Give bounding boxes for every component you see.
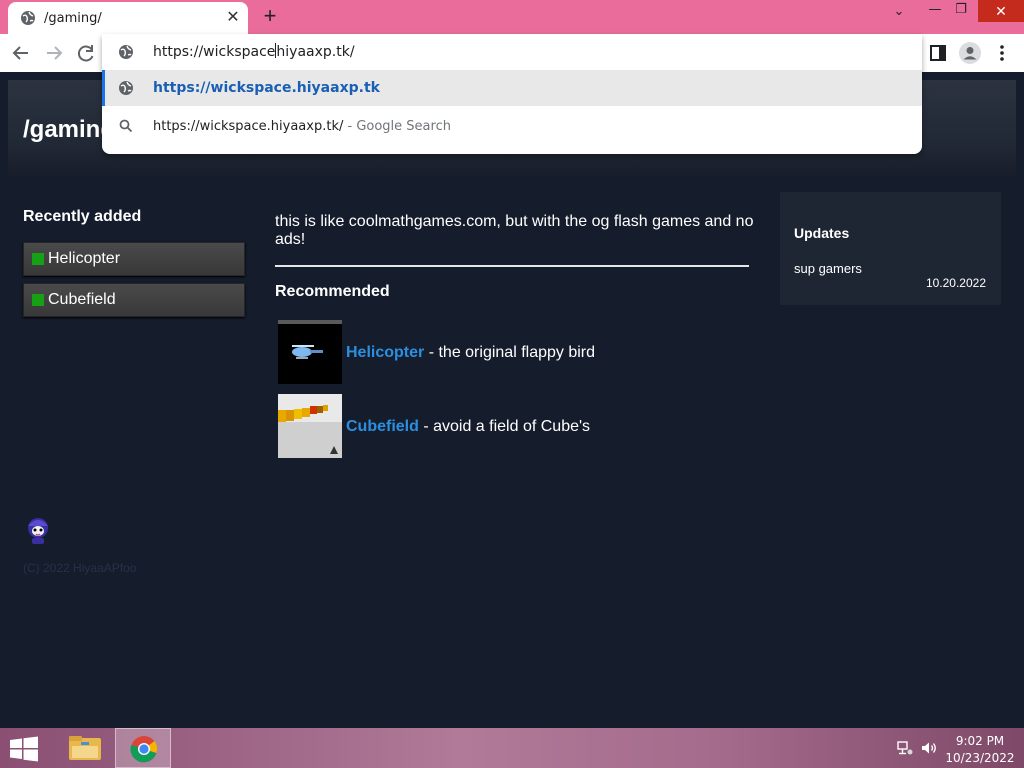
divider	[275, 265, 749, 267]
recommended-heading: Recommended	[275, 283, 390, 300]
arrow-left-icon	[12, 46, 28, 60]
side-panel-button[interactable]	[926, 41, 950, 65]
start-button-windows-icon[interactable]	[8, 736, 40, 762]
file-explorer-icon	[69, 736, 101, 760]
suggestion-query: https://wickspace.hiyaaxp.tk/	[153, 119, 344, 134]
suggestion-hint: - Google Search	[343, 119, 451, 134]
game-description: Helicopter - the original flappy bird	[346, 344, 595, 362]
updates-panel: Updates sup gamers 10.20.2022	[780, 192, 1001, 305]
mascot-icon	[28, 518, 48, 544]
update-date: 10.20.2022	[925, 276, 986, 290]
reload-icon	[77, 45, 94, 62]
profile-icon	[959, 42, 981, 64]
search-icon	[119, 119, 133, 133]
cubefield-link[interactable]: Cubefield	[346, 418, 419, 435]
globe-icon	[119, 45, 133, 59]
game-desc-text: - avoid a field of Cube's	[418, 418, 591, 435]
file-explorer-taskbar-button[interactable]	[57, 728, 113, 768]
network-icon[interactable]	[896, 740, 914, 756]
url-text-before-caret: https://wickspace	[153, 44, 276, 60]
side-panel-icon	[930, 45, 946, 61]
chrome-taskbar-button[interactable]	[115, 728, 171, 768]
cubefield-thumbnail[interactable]	[278, 394, 342, 458]
clock-date[interactable]: 10/23/2022	[940, 751, 1020, 765]
reload-button[interactable]	[74, 41, 98, 65]
new-tab-button[interactable]: +	[258, 5, 282, 29]
intro-text: this is like coolmathgames.com, but with…	[275, 213, 754, 248]
suggestion-text: https://wickspace.hiyaaxp.tk	[153, 80, 380, 96]
game-description: Cubefield - avoid a field of Cube's	[346, 418, 590, 436]
close-window-button[interactable]: ✕	[978, 0, 1024, 22]
windows-taskbar: 9:02 PM 10/23/2022	[0, 728, 1024, 768]
suggestion-text: https://wickspace.hiyaaxp.tk/ - Google S…	[153, 119, 451, 134]
tab-close-button[interactable]: ✕	[224, 9, 242, 27]
recent-item-label: Helicopter	[48, 250, 121, 267]
helicopter-link[interactable]: Helicopter	[346, 344, 424, 361]
recent-item-helicopter[interactable]: Helicopter	[23, 242, 245, 276]
globe-icon	[119, 81, 133, 95]
menu-button[interactable]	[990, 41, 1014, 65]
volume-icon[interactable]	[920, 740, 938, 756]
game-desc-text: - the original flappy bird	[424, 344, 596, 361]
back-button[interactable]	[9, 41, 33, 65]
updates-title: Updates	[794, 225, 850, 241]
browser-tab[interactable]: /gaming/ ✕	[8, 2, 248, 34]
minimize-button[interactable]: —	[922, 2, 948, 22]
tab-strip: /gaming/ ✕ + ⌄ — ❐ ✕	[0, 0, 1024, 34]
omnibox-dropdown: https://wickspacehiyaaxp.tk/ https://wic…	[102, 34, 922, 154]
recent-item-label: Cubefield	[48, 291, 116, 308]
kebab-menu-icon	[1000, 45, 1004, 61]
recently-added-heading: Recently added	[23, 208, 142, 225]
url-input[interactable]: https://wickspacehiyaaxp.tk/	[153, 43, 355, 60]
tab-title: /gaming/	[44, 11, 102, 26]
address-bar[interactable]: https://wickspacehiyaaxp.tk/	[102, 34, 922, 70]
update-text: sup gamers	[794, 261, 862, 276]
clock-time[interactable]: 9:02 PM	[940, 734, 1020, 748]
forward-button[interactable]	[42, 41, 66, 65]
profile-button[interactable]	[958, 41, 982, 65]
green-square-icon	[32, 294, 44, 306]
arrow-right-icon	[47, 46, 63, 60]
helicopter-thumbnail[interactable]	[278, 320, 342, 384]
suggestion-url[interactable]: https://wickspace.hiyaaxp.tk	[102, 70, 922, 106]
green-square-icon	[32, 253, 44, 265]
copyright-text: (C) 2022 HiyaaAPfoo	[23, 561, 137, 575]
url-text-after-caret: hiyaaxp.tk/	[276, 44, 355, 60]
restore-button[interactable]: ❐	[948, 2, 974, 22]
recent-item-cubefield[interactable]: Cubefield	[23, 283, 245, 317]
suggestion-search[interactable]: https://wickspace.hiyaaxp.tk/ - Google S…	[102, 108, 922, 144]
web-page: /gaming/ Recently added Helicopter Cubef…	[0, 72, 1024, 728]
globe-icon	[21, 11, 35, 25]
chrome-icon	[130, 736, 158, 763]
tab-search-button[interactable]: ⌄	[886, 4, 912, 24]
